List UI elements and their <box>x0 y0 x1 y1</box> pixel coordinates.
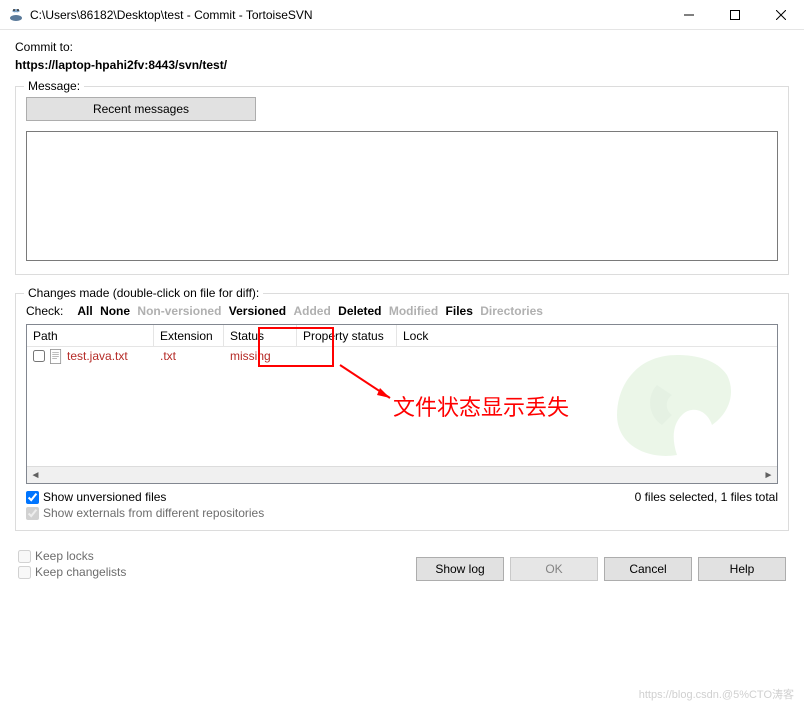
title-bar: C:\Users\86182\Desktop\test - Commit - T… <box>0 0 804 30</box>
commit-message-input[interactable] <box>26 131 778 261</box>
filter-nonversioned[interactable]: Non-versioned <box>137 304 221 318</box>
changes-legend: Changes made (double-click on file for d… <box>24 286 263 300</box>
ok-button: OK <box>510 557 598 581</box>
keep-changelists-input[interactable] <box>18 566 31 579</box>
minimize-button[interactable] <box>666 0 712 30</box>
file-list: Path Extension Status Property status Lo… <box>26 324 778 484</box>
filter-added[interactable]: Added <box>293 304 330 318</box>
keep-locks-checkbox[interactable]: Keep locks <box>18 549 126 563</box>
filter-versioned[interactable]: Versioned <box>229 304 286 318</box>
annotation-text: 文件状态显示丢失 <box>393 390 569 422</box>
commit-url: https://laptop-hpahi2fv:8443/svn/test/ <box>15 58 789 72</box>
help-button[interactable]: Help <box>698 557 786 581</box>
show-externals-input <box>26 507 39 520</box>
show-log-button[interactable]: Show log <box>416 557 504 581</box>
show-unversioned-input[interactable] <box>26 491 39 504</box>
window-title: C:\Users\86182\Desktop\test - Commit - T… <box>30 8 666 22</box>
scroll-right-icon[interactable]: ► <box>760 467 777 484</box>
file-status: missing <box>230 349 271 363</box>
check-filter-row: Check: All None Non-versioned Versioned … <box>26 304 778 318</box>
file-name: test.java.txt <box>67 349 128 363</box>
filter-files[interactable]: Files <box>446 304 473 318</box>
commit-to-label: Commit to: <box>15 40 789 54</box>
scroll-left-icon[interactable]: ◄ <box>27 467 44 484</box>
filter-none[interactable]: None <box>100 304 130 318</box>
app-icon <box>8 7 24 23</box>
keep-changelists-checkbox[interactable]: Keep changelists <box>18 565 126 579</box>
filter-deleted[interactable]: Deleted <box>338 304 381 318</box>
header-status[interactable]: Status <box>224 325 297 346</box>
maximize-button[interactable] <box>712 0 758 30</box>
annotation-arrow-icon <box>335 360 405 410</box>
horizontal-scrollbar[interactable]: ◄ ► <box>27 466 777 483</box>
file-checkbox[interactable] <box>33 350 45 362</box>
changes-group: Changes made (double-click on file for d… <box>15 293 789 531</box>
show-unversioned-checkbox[interactable]: Show unversioned files <box>26 490 264 504</box>
cancel-button[interactable]: Cancel <box>604 557 692 581</box>
header-extension[interactable]: Extension <box>154 325 224 346</box>
close-button[interactable] <box>758 0 804 30</box>
text-file-icon <box>49 349 63 364</box>
keep-locks-input[interactable] <box>18 550 31 563</box>
files-count-label: 0 files selected, 1 files total <box>635 490 778 522</box>
header-lock[interactable]: Lock <box>397 325 777 346</box>
filter-directories[interactable]: Directories <box>480 304 543 318</box>
message-group: Message: Recent messages <box>15 86 789 275</box>
filter-all[interactable]: All <box>77 304 92 318</box>
file-list-header: Path Extension Status Property status Lo… <box>27 325 777 347</box>
show-externals-checkbox: Show externals from different repositori… <box>26 506 264 520</box>
table-row[interactable]: test.java.txt .txt missing <box>27 347 777 365</box>
header-path[interactable]: Path <box>27 325 154 346</box>
message-legend: Message: <box>24 79 84 93</box>
watermark: https://blog.csdn.@5%CTO涛客 <box>639 686 794 702</box>
check-label: Check: <box>26 304 63 318</box>
file-extension: .txt <box>160 349 176 363</box>
header-property-status[interactable]: Property status <box>297 325 397 346</box>
filter-modified[interactable]: Modified <box>389 304 438 318</box>
recent-messages-button[interactable]: Recent messages <box>26 97 256 121</box>
